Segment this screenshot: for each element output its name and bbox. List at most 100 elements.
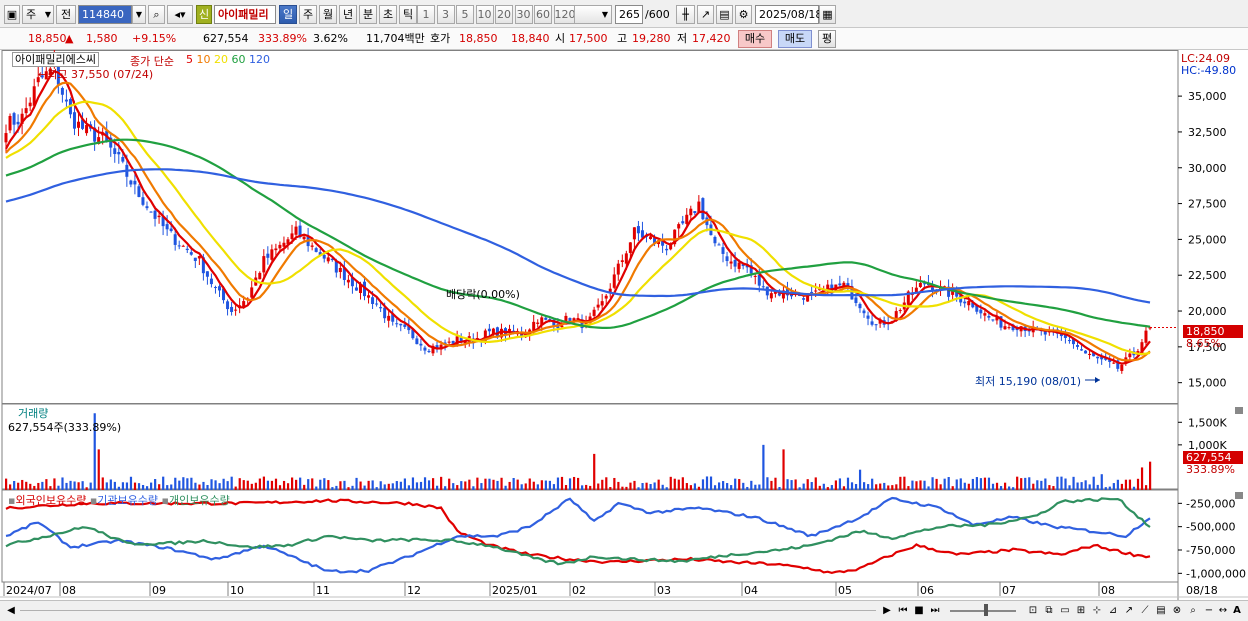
interval-tab[interactable]: 120	[553, 5, 576, 24]
sound-icon[interactable]: ◂▾	[167, 5, 193, 24]
candle-body	[250, 287, 254, 298]
stock-chart[interactable]: 35,000 32,500 30,000 27,500 25,000 22,500 20,0…	[0, 49, 1248, 600]
stock-title-label: 아이패밀리에스씨	[12, 52, 99, 67]
volume-bar	[274, 478, 278, 490]
volume-pct-tag: 333.89%	[1186, 463, 1235, 476]
candle-body	[302, 236, 306, 240]
candle-body	[72, 112, 76, 129]
volume-bar	[448, 478, 451, 490]
volume-bar	[242, 480, 245, 490]
candle-body	[274, 248, 278, 251]
font-size-icon[interactable]: A	[1230, 604, 1244, 618]
window-menu-icon[interactable]: ▣	[4, 5, 20, 24]
volume-bar	[238, 478, 241, 490]
date-label: 10	[230, 584, 244, 597]
interval-tab[interactable]: 10	[475, 5, 494, 24]
volume-bar	[689, 485, 692, 490]
volume-bar	[250, 483, 253, 490]
interval-tab[interactable]: 3	[436, 5, 455, 24]
scroll-right-icon[interactable]: ▶	[880, 604, 894, 618]
buy-button[interactable]: 매수	[738, 30, 772, 48]
chart-area[interactable]: 35,000 32,500 30,000 27,500 25,000 22,500 20,0…	[0, 49, 1248, 600]
period-tab[interactable]: 월	[319, 5, 337, 24]
scale-icon[interactable]: ⊿	[1106, 604, 1120, 618]
volume-bar	[927, 486, 930, 490]
search-zoom-icon[interactable]: ⌕	[1186, 604, 1200, 618]
interval-tab[interactable]: 1	[417, 5, 435, 24]
grid-icon[interactable]: ⊞	[1074, 604, 1088, 618]
candle-body	[1075, 345, 1079, 347]
interval-tab[interactable]: 20	[495, 5, 513, 24]
period-tab[interactable]: 년	[339, 5, 357, 24]
fast-forward-icon[interactable]: ⏭	[928, 604, 942, 618]
move-icon[interactable]: ↔	[1216, 604, 1230, 618]
volume-bar	[738, 479, 741, 490]
period-tab[interactable]: 일	[279, 5, 297, 24]
evaluation-button[interactable]: 평	[818, 30, 836, 48]
volume-bar	[605, 477, 608, 490]
save-icon[interactable]: ▤	[716, 5, 733, 24]
code-dropdown-icon[interactable]: ▼	[132, 5, 146, 24]
market-type-select[interactable]: 주 ▼	[22, 5, 54, 24]
volume-bar	[383, 484, 386, 490]
volume-bar	[258, 478, 261, 490]
settings-gear-icon[interactable]: ⚙	[735, 5, 752, 24]
candle-body	[604, 295, 608, 299]
candle-body	[701, 198, 705, 220]
trade-amount: 11,704백만	[366, 32, 425, 45]
volume-bar	[158, 484, 161, 490]
line-tool-icon[interactable]: ↗	[697, 5, 714, 24]
volume-bar	[512, 478, 515, 490]
zoom-slider-handle[interactable]	[984, 604, 988, 616]
candle-type-icon[interactable]: ╫	[676, 5, 695, 24]
rewind-icon[interactable]: ⏮	[896, 604, 910, 618]
copy-icon[interactable]: ⧉	[1042, 604, 1056, 618]
prefix-button[interactable]: 전	[56, 5, 76, 24]
toolbar: ▣ 주 ▼ 전 114840 ▼ ⌕ ◂▾ 신 아이패밀리 일주월년분초틱 135…	[0, 0, 1248, 28]
volume-tick-label: 1,500K	[1188, 416, 1227, 429]
period-tab[interactable]: 분	[359, 5, 377, 24]
chart-type-icon[interactable]: ▤	[1154, 604, 1168, 618]
zoom-out-icon[interactable]: −	[1202, 604, 1216, 618]
date-label: 04	[744, 584, 758, 597]
interval-tab[interactable]: 60	[534, 5, 552, 24]
volume-bar	[931, 477, 934, 490]
interval-tab[interactable]: 5	[456, 5, 474, 24]
volume-bar	[959, 478, 962, 490]
window-icon[interactable]: ▭	[1058, 604, 1072, 618]
search-icon[interactable]: ⌕	[148, 5, 165, 24]
magnet-icon[interactable]: ⊗	[1170, 604, 1184, 618]
volume-bar	[1056, 476, 1059, 490]
period-tab[interactable]: 주	[299, 5, 317, 24]
scroll-track[interactable]	[20, 610, 876, 611]
candle-body	[592, 309, 596, 316]
calendar-icon[interactable]: ▦	[819, 5, 836, 24]
volume-bar	[653, 482, 656, 490]
sell-button[interactable]: 매도	[778, 30, 812, 48]
candle-body	[987, 316, 991, 318]
cross-icon[interactable]: ⊹	[1090, 604, 1104, 618]
scroll-left-icon[interactable]: ◀	[4, 604, 18, 618]
candle-body	[395, 323, 399, 325]
date-input[interactable]: 2025/08/18	[755, 5, 822, 24]
line-icon[interactable]: ⟋	[1138, 604, 1152, 618]
chart-scrollbar[interactable]: ◀ ▶ ⏮ ■ ⏭ ⊡ ⧉ ▭ ⊞ ⊹ ⊿ ↗ ⟋ ▤ ⊗ ⌕ − ↔ A	[0, 600, 1248, 621]
stock-name-field[interactable]: 아이패밀리	[214, 5, 276, 24]
volume-bar	[802, 483, 805, 490]
crosshair-icon[interactable]: ⊡	[1026, 604, 1040, 618]
stop-icon[interactable]: ■	[912, 604, 926, 618]
volume-bar	[697, 486, 701, 490]
volume-bar	[951, 486, 954, 490]
price-tick-label: 30,000	[1188, 162, 1227, 175]
period-tab[interactable]: 틱	[399, 5, 417, 24]
trend-icon[interactable]: ↗	[1122, 604, 1136, 618]
price-tick-label: 25,000	[1188, 233, 1227, 246]
period-tab[interactable]: 초	[379, 5, 397, 24]
zoom-slider[interactable]	[950, 610, 1016, 612]
volume-bar	[609, 487, 612, 490]
bar-count-input[interactable]: 265	[615, 5, 643, 24]
candle-body	[226, 301, 230, 310]
stock-code-input[interactable]: 114840	[78, 5, 132, 24]
interval-dropdown[interactable]: ▼	[574, 5, 612, 24]
interval-tab[interactable]: 30	[514, 5, 533, 24]
